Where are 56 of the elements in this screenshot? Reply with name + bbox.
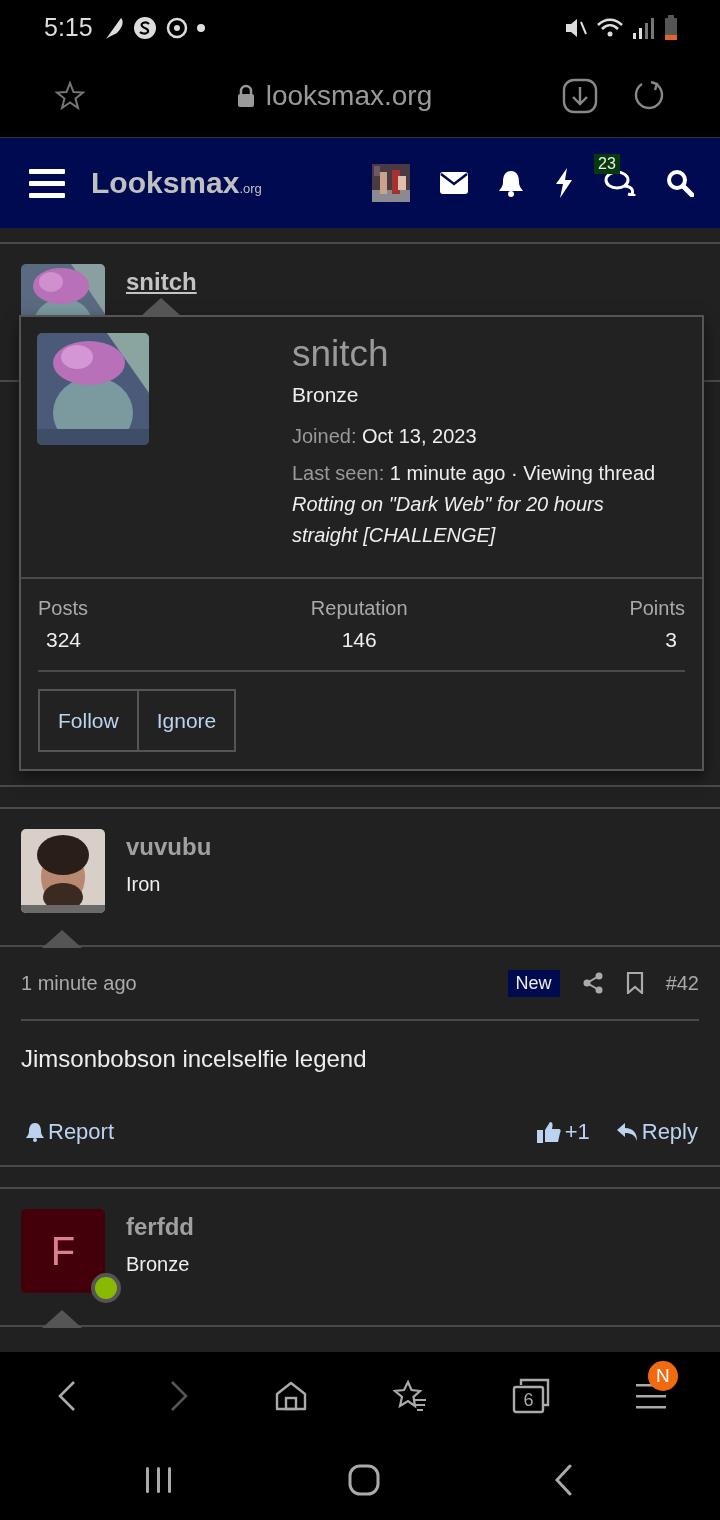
stat-value[interactable]: 324 <box>38 628 90 652</box>
stat-label: Reputation <box>310 597 408 620</box>
recent-apps-icon[interactable] <box>144 1465 174 1495</box>
member-rank: Bronze <box>292 383 360 407</box>
member-action-button[interactable]: Ignore <box>138 689 237 752</box>
count-badge: 23 <box>594 154 620 174</box>
sync-icon <box>164 15 189 40</box>
search-icon[interactable] <box>666 169 694 197</box>
menu-icon[interactable] <box>635 1383 666 1409</box>
username-link[interactable]: snitch <box>126 268 197 296</box>
home-button-icon[interactable] <box>348 1464 380 1496</box>
reply-link[interactable]: Reply <box>615 1119 698 1145</box>
report-link[interactable]: Report <box>26 1119 115 1145</box>
url-text: looksmax.org <box>265 80 433 112</box>
notification-badge: N <box>647 1361 678 1391</box>
username-link[interactable]: vuvubu <box>126 833 212 861</box>
member-name[interactable]: snitch <box>292 333 672 375</box>
thumbs-up-icon <box>536 1121 561 1143</box>
dot-icon <box>196 23 205 32</box>
address-bar[interactable]: looksmax.org <box>106 80 562 112</box>
stat-label: Posts <box>38 597 90 620</box>
like-button[interactable]: +1 <box>536 1119 590 1145</box>
home-icon[interactable] <box>275 1381 308 1411</box>
last-seen-text: Last seen: 1 minute ago · Viewing thread Rotting on "Dark Web" for 20 hours straight [CHALLENGE] <box>292 461 657 548</box>
app-icon <box>132 15 157 40</box>
stat-value[interactable]: 146 <box>333 628 385 652</box>
user-rank: Iron <box>126 873 162 896</box>
username-link[interactable]: ferfdd <box>126 1213 194 1241</box>
download-icon[interactable] <box>562 78 598 114</box>
member-action-button[interactable]: Follow <box>38 689 139 752</box>
bell-icon[interactable] <box>498 169 524 197</box>
lightning-icon[interactable] <box>554 168 574 198</box>
new-tag: New <box>507 969 560 997</box>
post-time[interactable]: 1 minute ago <box>21 971 137 995</box>
stat-label: Points <box>629 597 685 620</box>
signal-icon <box>632 15 656 40</box>
star-icon[interactable] <box>54 80 86 112</box>
post-number[interactable]: #42 <box>665 971 699 995</box>
user-avatar[interactable]: F <box>21 1209 105 1293</box>
bookmark-icon[interactable] <box>625 972 644 994</box>
clock-time: 5:15 <box>44 13 93 42</box>
bell-icon <box>26 1122 44 1142</box>
share-icon[interactable] <box>581 972 604 994</box>
user-rank: Bronze <box>126 1253 191 1276</box>
lock-icon <box>235 84 256 108</box>
menu-icon[interactable] <box>29 167 65 199</box>
stat-value[interactable]: 3 <box>657 628 685 652</box>
battery-icon <box>664 14 678 41</box>
chat-icon[interactable] <box>604 170 636 196</box>
post-text: Jimsonbobson incelselfie legend <box>20 1044 368 1074</box>
mail-icon[interactable] <box>440 172 468 194</box>
back-icon[interactable] <box>554 1464 574 1496</box>
site-logo[interactable]: Looksmax.org <box>91 166 262 200</box>
reply-icon <box>615 1122 638 1142</box>
joined-date: Joined: Oct 13, 2023 <box>292 424 478 449</box>
bookmarks-icon[interactable] <box>392 1380 427 1412</box>
